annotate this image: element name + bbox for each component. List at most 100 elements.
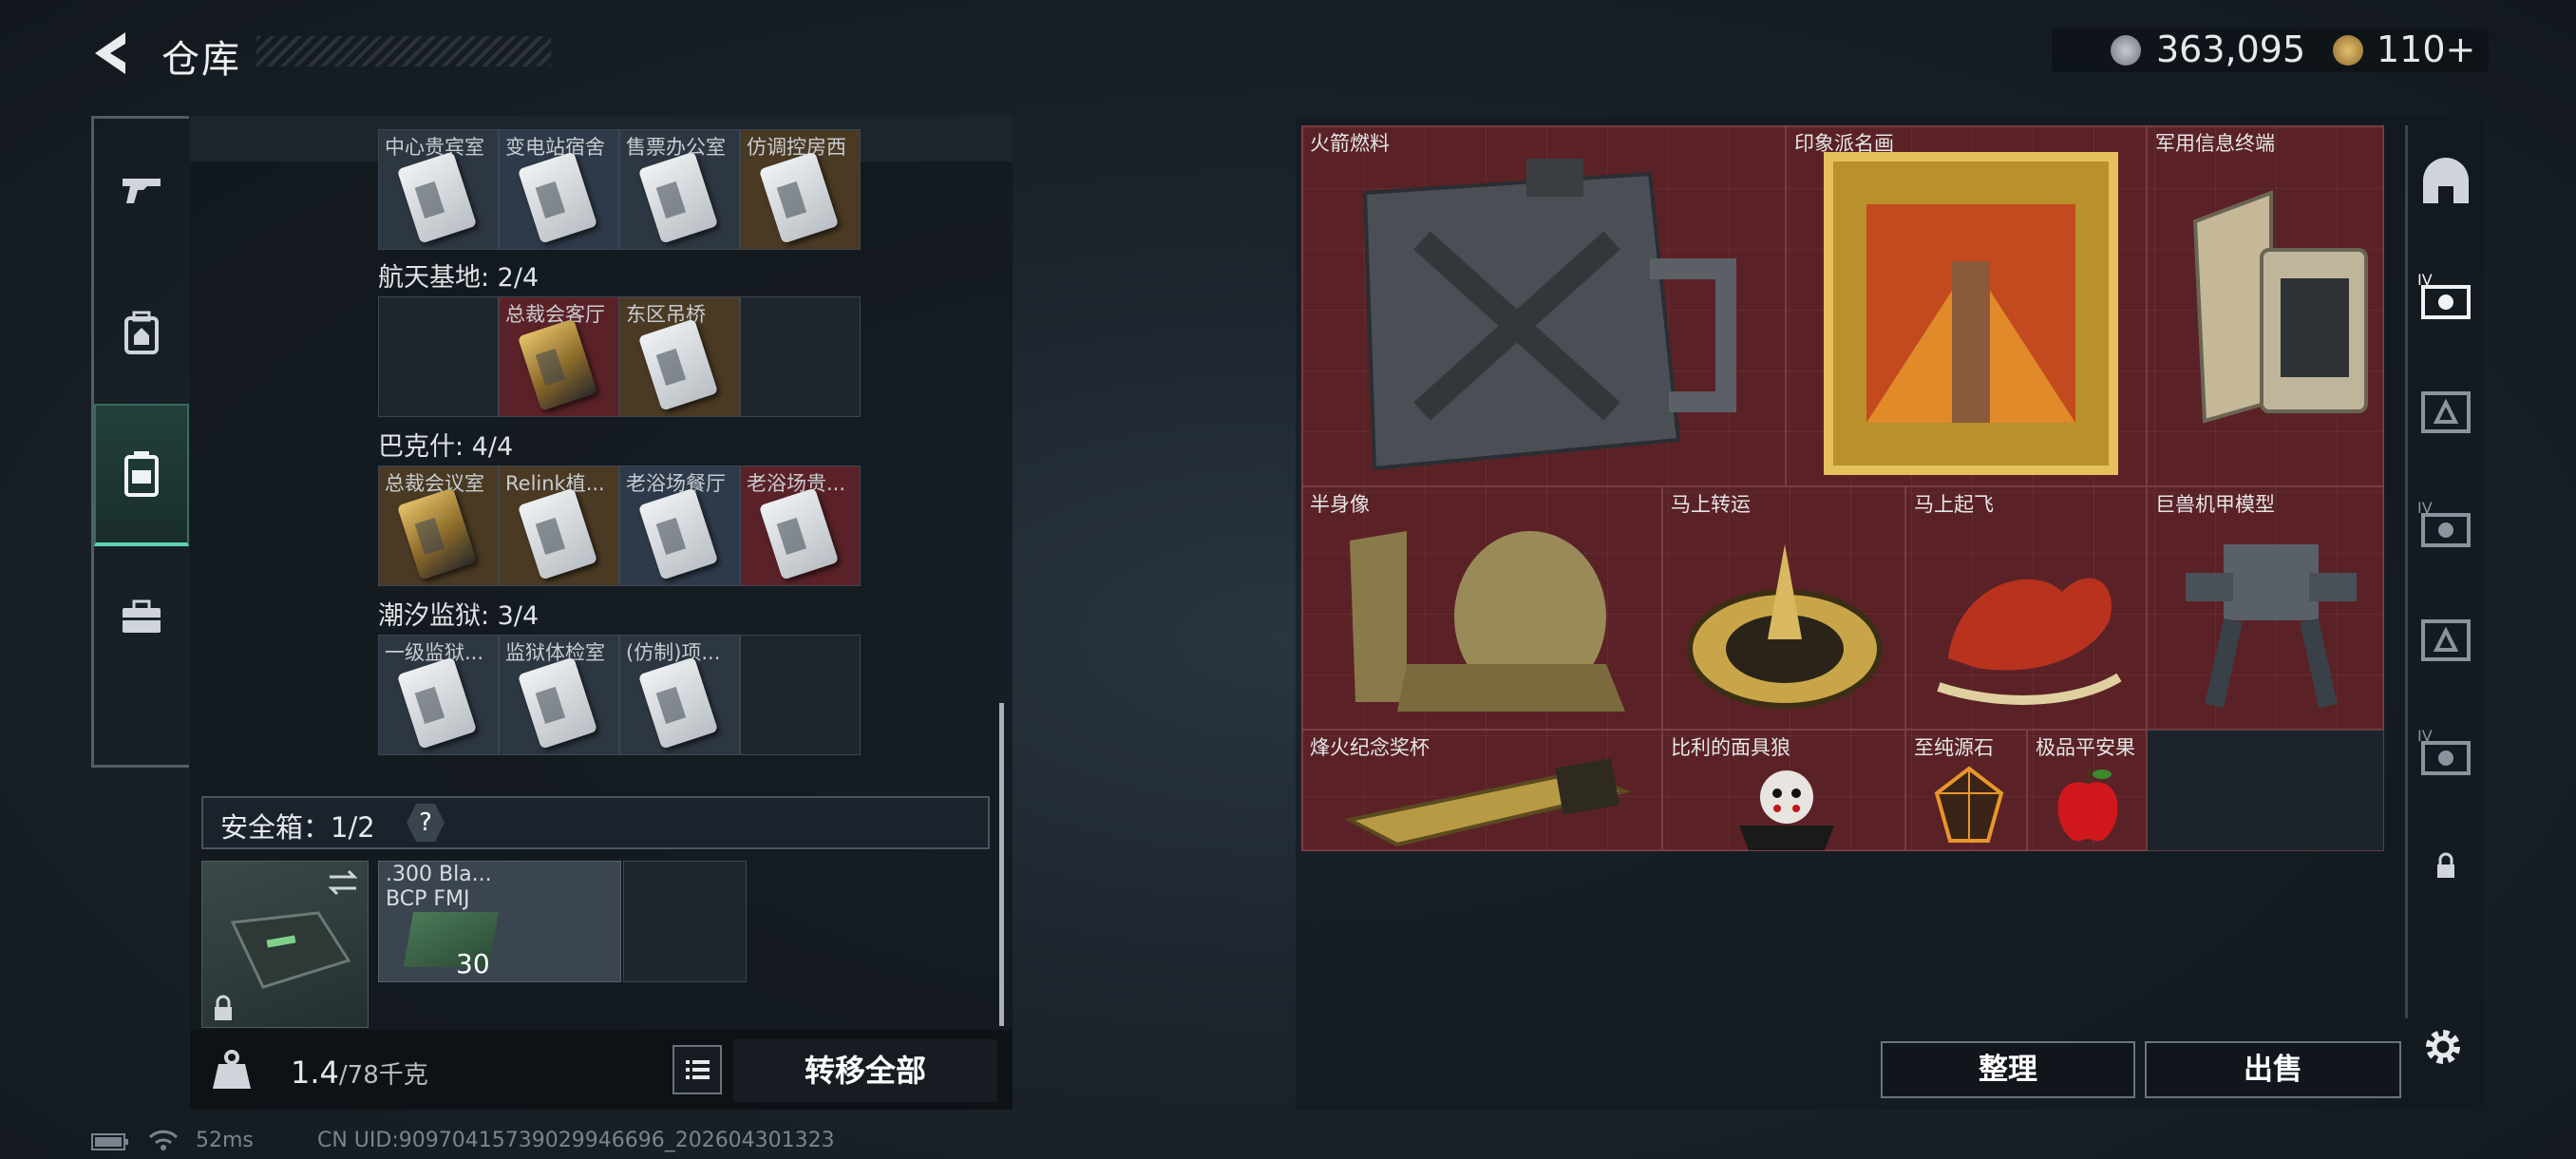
keycard-icon — [637, 487, 719, 580]
item-label: 极品平安果 — [2036, 736, 2135, 759]
ammo-label: .300 Bla... BCP FMJ — [386, 863, 499, 911]
keycard-icon — [517, 487, 598, 580]
keycard-slot[interactable]: 总裁会议室 — [378, 466, 499, 586]
stash-item-flying-horse[interactable]: 马上起飞 — [1905, 486, 2147, 730]
swap-icon[interactable] — [326, 869, 360, 896]
tab-case-5[interactable]: IV — [2408, 695, 2484, 809]
bust-icon — [1350, 531, 1625, 712]
safebox-label: 安全箱：1/2 — [220, 811, 375, 844]
item-label: 巨兽机甲模型 — [2155, 493, 2275, 516]
keycard-slot[interactable]: (仿制)项... — [619, 635, 740, 755]
ammo-count: 30 — [456, 948, 490, 979]
keycard-slot[interactable]: Relink植... — [499, 466, 619, 586]
weight-icon — [213, 1050, 251, 1089]
keycard-icon — [396, 487, 478, 580]
group-label-prison: 潮汐监狱: 3/4 — [378, 601, 540, 631]
tab-case-4[interactable] — [2408, 581, 2484, 695]
keycard-group-2: 总裁会议室 Relink植... 老浴场餐厅 老浴场贵... — [378, 466, 861, 586]
nav-weapons[interactable] — [94, 119, 189, 261]
tab-locked[interactable] — [2408, 809, 2484, 923]
painting-icon — [1824, 152, 2118, 475]
transfer-all-button[interactable]: 转移全部 — [733, 1039, 997, 1102]
keycard-slot[interactable]: 老浴场贵... — [740, 466, 861, 586]
item-label: 半身像 — [1310, 493, 1370, 516]
fuel-can-icon — [1362, 159, 1736, 471]
keycard-group-1: 总裁会客厅 东区吊桥 — [378, 296, 861, 417]
keycard-slot-empty[interactable] — [740, 296, 861, 417]
weight-current: 1.4 — [291, 1054, 339, 1091]
back-arrow-icon[interactable] — [85, 27, 139, 80]
stash-tabs: IV IV IV — [2405, 125, 2484, 1018]
keycard-slot[interactable]: 总裁会客厅 — [499, 296, 619, 417]
tab-bunker[interactable] — [2408, 125, 2484, 239]
bunker-icon — [2423, 158, 2469, 203]
fortune-wheel-icon — [1687, 544, 1883, 709]
list-view-button[interactable] — [672, 1045, 722, 1094]
stash-item-trophy[interactable]: 烽火纪念奖杯 — [1301, 730, 1662, 851]
nav-vest[interactable] — [94, 404, 189, 546]
weight-value: 1.4/78千克 — [291, 1054, 428, 1091]
sort-button[interactable]: 整理 — [1881, 1041, 2135, 1098]
keycard-slot[interactable]: 中心贵宾室 — [378, 129, 499, 250]
group-label-bakesh: 巴克什: 4/4 — [378, 432, 514, 462]
stash-item-rocket-fuel[interactable]: 火箭燃料 — [1301, 125, 1786, 486]
stash-item-billy-mask[interactable]: 比利的面具狼 — [1662, 730, 1905, 851]
stash-item-fortune[interactable]: 马上转运 — [1662, 486, 1905, 730]
keycard-icon — [637, 151, 719, 244]
keycard-icon — [758, 151, 840, 244]
lock-icon — [2437, 852, 2454, 878]
item-label: 比利的面具狼 — [1671, 736, 1790, 759]
stash-item-bust[interactable]: 半身像 — [1301, 486, 1662, 730]
silver-coin-icon — [2111, 35, 2141, 66]
case-a-icon — [2421, 391, 2471, 433]
keycard-icon — [396, 656, 478, 750]
stash-item-military-terminal[interactable]: 军用信息终端 — [2147, 125, 2384, 486]
horse-statue-icon — [1937, 578, 2122, 705]
nav-backpack[interactable] — [94, 261, 189, 404]
tab-case-2[interactable] — [2408, 353, 2484, 467]
item-label: 印象派名画 — [1794, 132, 1894, 155]
stash-item-pure-source-stone[interactable]: 至纯源石 — [1905, 730, 2027, 851]
item-label: 火箭燃料 — [1310, 132, 1390, 155]
case-iv-icon: IV — [2417, 271, 2471, 319]
keycard-slot[interactable]: 售票办公室 — [619, 129, 740, 250]
vest-icon — [124, 451, 159, 497]
stash-item-impressionist-painting[interactable]: 印象派名画 — [1786, 125, 2147, 486]
keycard-slot[interactable]: 监狱体检室 — [499, 635, 619, 755]
keycard-slot[interactable]: 变电站宿舍 — [499, 129, 619, 250]
safebox-empty-slot[interactable] — [623, 861, 747, 982]
keycard-group-0: 中心贵宾室 变电站宿舍 售票办公室 仿调控房西 — [378, 129, 861, 250]
gold-currency-value[interactable]: 110+ — [2377, 28, 2475, 70]
stash-item-apple[interactable]: 极品平安果 — [2027, 730, 2147, 851]
terminal-icon — [2192, 190, 2368, 424]
keycard-slot-empty[interactable] — [740, 635, 861, 755]
keycard-slot[interactable]: 仿调控房西 — [740, 129, 861, 250]
keycard-slot-empty[interactable] — [378, 296, 499, 417]
keycard-slot[interactable]: 一级监狱... — [378, 635, 499, 755]
sell-button[interactable]: 出售 — [2145, 1041, 2401, 1098]
weight-capacity: /78千克 — [338, 1061, 428, 1090]
keycard-slot[interactable]: 老浴场餐厅 — [619, 466, 740, 586]
container-scrollbar[interactable] — [999, 703, 1004, 1026]
item-label: 至纯源石 — [1914, 736, 1994, 759]
trophy-icon — [1344, 758, 1632, 847]
nav-toolbox[interactable] — [94, 546, 189, 689]
gear-icon[interactable] — [2420, 1024, 2466, 1070]
safebox-case-icon — [230, 911, 351, 989]
tab-case-1[interactable]: IV — [2408, 239, 2484, 353]
apple-icon — [2057, 768, 2118, 842]
lock-icon — [215, 995, 232, 1020]
keycard-icon — [637, 318, 719, 411]
keycard-icon — [517, 656, 598, 750]
keycard-slot[interactable]: 东区吊桥 — [619, 296, 740, 417]
safebox-case-slot[interactable] — [201, 861, 369, 1028]
battery-icon — [91, 1133, 128, 1150]
title-decoration — [256, 36, 551, 66]
tab-case-3[interactable]: IV — [2408, 467, 2484, 581]
stash-empty-cell[interactable] — [2147, 730, 2384, 851]
wifi-icon — [148, 1130, 179, 1150]
keycard-icon — [517, 318, 598, 411]
case-a-icon — [2421, 619, 2471, 661]
stash-item-mech-model[interactable]: 巨兽机甲模型 — [2147, 486, 2384, 730]
group-label-spacebase: 航天基地: 2/4 — [378, 263, 540, 293]
